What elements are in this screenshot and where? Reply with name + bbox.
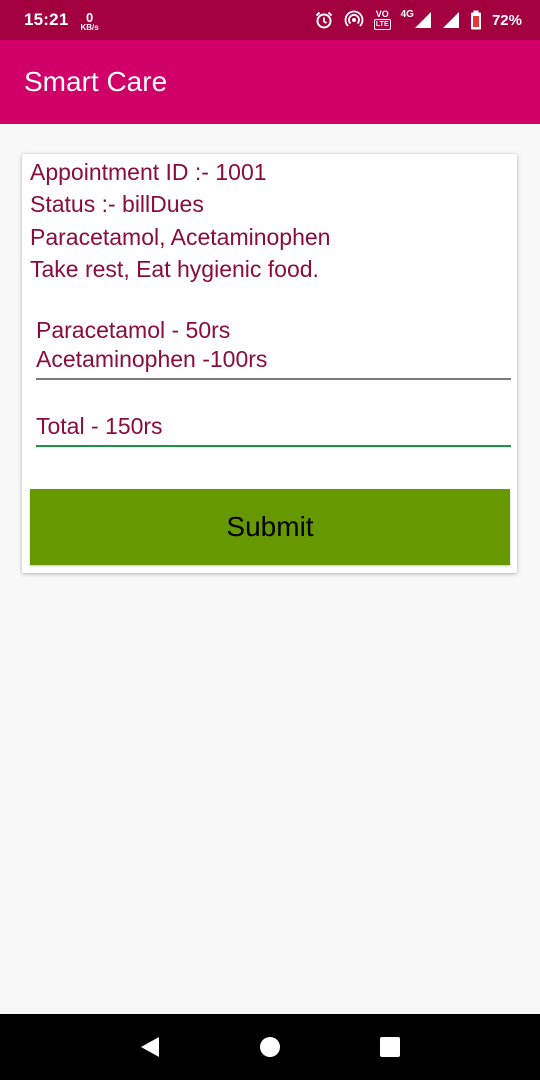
appointment-card: Appointment ID :- 1001 Status :- billDue…: [22, 154, 517, 573]
total-amount: Total - 150rs: [36, 413, 163, 439]
net-speed-value: 0: [85, 9, 94, 25]
recents-icon[interactable]: [368, 1025, 412, 1069]
status-icons: VO LTE 4G 72%: [314, 8, 522, 30]
battery-icon: [470, 10, 482, 30]
medicine-price-line: Acetaminophen -100rs: [36, 346, 268, 372]
network-type: 4G: [400, 8, 414, 20]
app-title: Smart Care: [24, 66, 168, 97]
net-speed: 0 KB/s: [80, 11, 98, 32]
lte-label: LTE: [373, 19, 391, 30]
net-speed-unit: KB/s: [80, 22, 99, 32]
alarm-icon: [314, 10, 334, 30]
home-icon[interactable]: [248, 1025, 292, 1069]
appointment-status: Status :- billDues: [30, 191, 204, 217]
medicine-price-line: Paracetamol - 50rs: [36, 317, 231, 343]
doctor-advice: Take rest, Eat hygienic food.: [30, 256, 319, 282]
battery-percent: 72%: [491, 11, 522, 29]
hotspot-icon: [344, 10, 364, 30]
signal-icon-2: [442, 11, 460, 29]
volte-icon: VO LTE: [373, 9, 391, 30]
back-icon[interactable]: [128, 1025, 172, 1069]
appointment-id: Appointment ID :- 1001: [30, 159, 267, 185]
prescribed-medicines: Paracetamol, Acetaminophen: [30, 224, 331, 250]
medicine-prices-field[interactable]: Paracetamol - 50rs Acetaminophen -100rs: [36, 316, 511, 380]
navigation-bar: [0, 1014, 540, 1080]
status-bar: 15:21 0 KB/s VO LTE 4G 72%: [0, 0, 540, 40]
status-time: 15:21: [24, 10, 69, 29]
vo-label: VO: [375, 9, 389, 19]
app-bar: Smart Care: [0, 40, 540, 124]
total-field[interactable]: Total - 150rs: [36, 412, 511, 447]
signal-icon: 4G: [400, 8, 432, 29]
submit-button[interactable]: Submit: [30, 489, 510, 565]
